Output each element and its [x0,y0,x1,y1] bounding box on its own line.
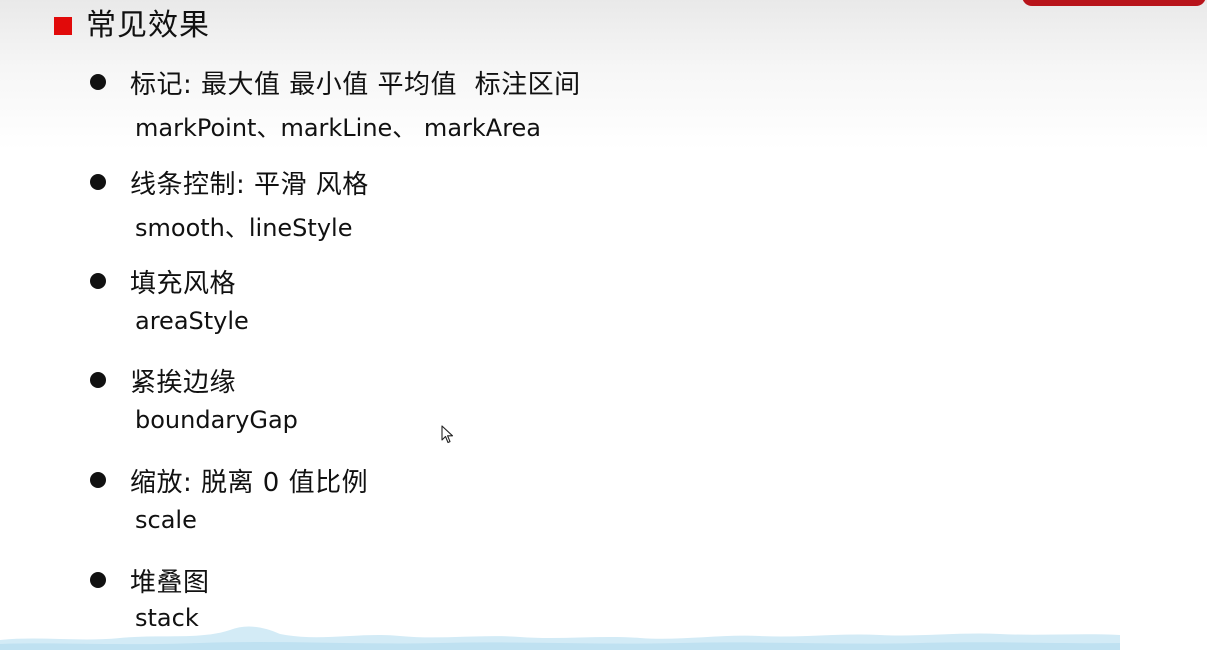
list-item-marks: 标记: 最大值 最小值 平均值 标注区间 markPoint、markLine、… [88,62,988,142]
item-label: 堆叠图 [130,567,210,598]
list-item-boundary-gap: 紧挨边缘 boundaryGap [88,360,988,434]
item-label: 线条控制: 平滑 风格 [130,169,369,200]
item-label: 标记: 最大值 最小值 平均值 标注区间 [130,69,581,100]
bullet-dot-icon [90,174,106,190]
item-code: smooth、lineStyle [135,214,353,242]
bullet-dot-icon [90,572,106,588]
bullet-dot-icon [90,472,106,488]
bullet-dot-icon [90,74,106,90]
slide-heading: 常见效果 [54,6,210,46]
list-item-scale: 缩放: 脱离 0 值比例 scale [88,460,988,534]
red-square-bullet-icon [54,17,72,35]
bullet-dot-icon [90,372,106,388]
item-code: scale [135,506,197,534]
bottom-right-corner [1120,636,1207,650]
item-code: areaStyle [135,307,249,335]
slide-title: 常见效果 [86,8,210,43]
mouse-pointer-icon [441,425,454,444]
item-label: 紧挨边缘 [130,367,237,398]
item-code: markPoint、markLine、 markArea [135,114,542,142]
list-item-area-style: 填充风格 areaStyle [88,261,988,335]
red-corner-tab [1022,0,1206,6]
list-item-line-control: 线条控制: 平滑 风格 smooth、lineStyle [88,162,988,242]
list-item-stack: 堆叠图 stack [88,560,988,632]
item-label: 填充风格 [130,268,237,299]
bottom-wave-decoration [0,626,1120,650]
item-label: 缩放: 脱离 0 值比例 [130,467,369,498]
bullet-dot-icon [90,273,106,289]
item-code: boundaryGap [135,406,298,434]
